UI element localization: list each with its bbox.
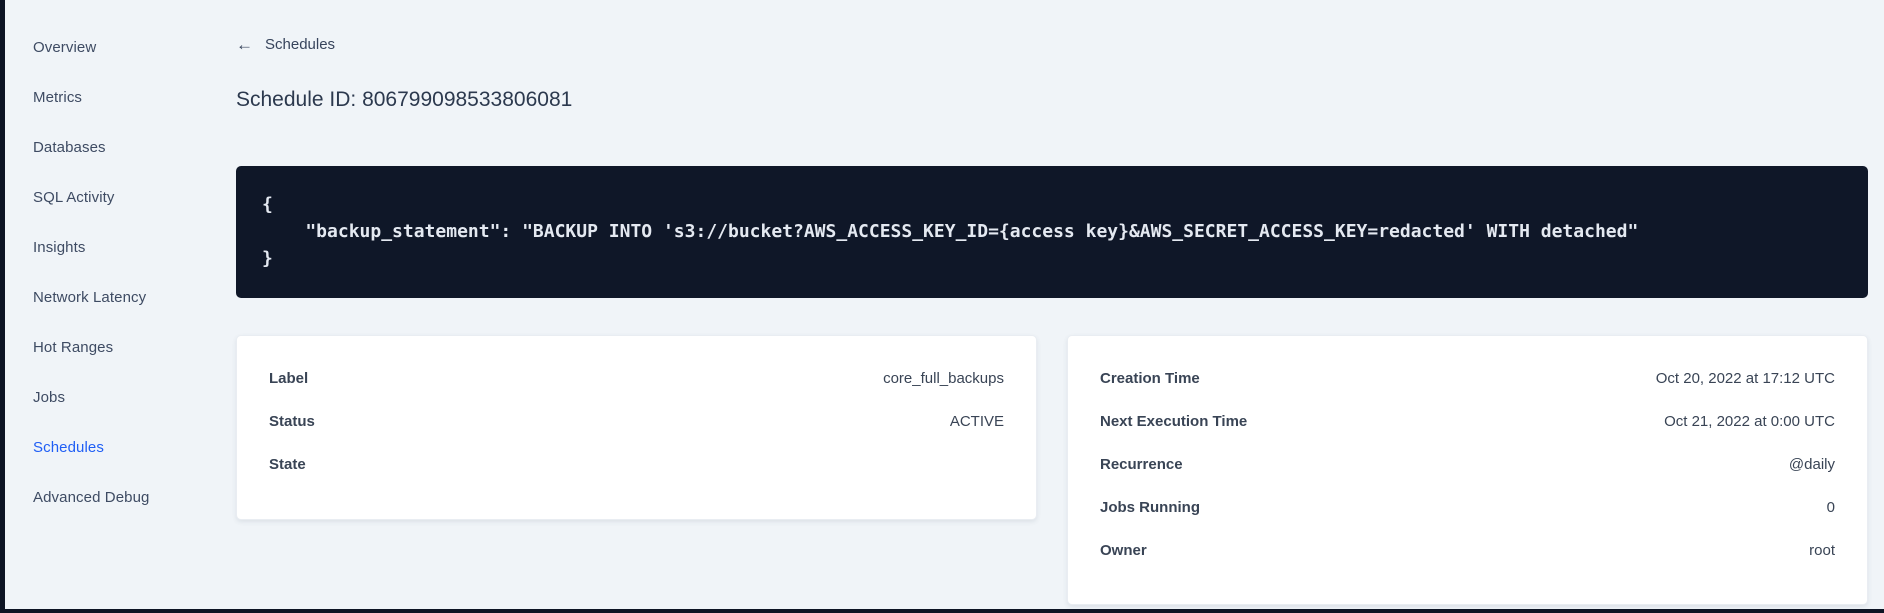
row-label: State bbox=[269, 455, 306, 473]
window-frame-left-edge bbox=[0, 0, 5, 613]
sidebar-item-insights[interactable]: Insights bbox=[5, 222, 215, 272]
row-value: @daily bbox=[1788, 455, 1835, 473]
sidebar-item-network-latency[interactable]: Network Latency bbox=[5, 272, 215, 322]
sidebar-item-metrics[interactable]: Metrics bbox=[5, 72, 215, 122]
row-label: Creation Time bbox=[1100, 369, 1200, 387]
schedule-summary-card: Label core_full_backups Status ACTIVE St… bbox=[236, 334, 1037, 520]
row-label: Status bbox=[269, 412, 315, 430]
row-value: ACTIVE bbox=[949, 412, 1004, 430]
code-line: "backup_statement": "BACKUP INTO 's3://b… bbox=[262, 220, 1639, 242]
schedule-definition-code-block: { "backup_statement": "BACKUP INTO 's3:/… bbox=[236, 165, 1868, 298]
row-value: Oct 21, 2022 at 0:00 UTC bbox=[1664, 412, 1835, 430]
summary-cards-row: Label core_full_backups Status ACTIVE St… bbox=[236, 334, 1868, 605]
row-value: 0 bbox=[1826, 498, 1835, 516]
summary-row-status: Status ACTIVE bbox=[269, 400, 1004, 443]
back-link-schedules[interactable]: ← Schedules bbox=[236, 34, 336, 54]
back-link-label: Schedules bbox=[265, 36, 336, 53]
sidebar-item-jobs[interactable]: Jobs bbox=[5, 372, 215, 422]
details-row-next-execution-time: Next Execution Time Oct 21, 2022 at 0:00… bbox=[1100, 400, 1835, 443]
row-value: Oct 20, 2022 at 17:12 UTC bbox=[1655, 369, 1835, 387]
row-label: Label bbox=[269, 369, 309, 387]
row-label: Next Execution Time bbox=[1100, 412, 1248, 430]
row-label: Jobs Running bbox=[1100, 498, 1200, 516]
summary-row-label: Label core_full_backups bbox=[269, 357, 1004, 400]
row-label: Owner bbox=[1100, 541, 1147, 559]
window-frame-bottom-edge bbox=[0, 609, 1884, 613]
sidebar-item-hot-ranges[interactable]: Hot Ranges bbox=[5, 322, 215, 372]
sidebar-item-databases[interactable]: Databases bbox=[5, 122, 215, 172]
row-label: Recurrence bbox=[1100, 455, 1183, 473]
page-title: Schedule ID: 806799098533806081 bbox=[236, 87, 573, 111]
summary-row-state: State bbox=[269, 443, 1004, 486]
code-line: } bbox=[262, 247, 273, 269]
details-row-recurrence: Recurrence @daily bbox=[1100, 443, 1835, 486]
code-line: { bbox=[262, 193, 273, 215]
details-row-jobs-running: Jobs Running 0 bbox=[1100, 486, 1835, 529]
details-row-owner: Owner root bbox=[1100, 529, 1835, 572]
sidebar-item-overview[interactable]: Overview bbox=[5, 22, 215, 72]
row-value: core_full_backups bbox=[883, 369, 1004, 387]
sidebar-item-schedules[interactable]: Schedules bbox=[5, 422, 215, 472]
back-arrow-icon: ← bbox=[236, 34, 253, 54]
row-value: root bbox=[1809, 541, 1835, 559]
schedule-details-card: Creation Time Oct 20, 2022 at 17:12 UTC … bbox=[1067, 334, 1868, 605]
sidebar-item-advanced-debug[interactable]: Advanced Debug bbox=[5, 472, 215, 522]
sidebar: Overview Metrics Databases SQL Activity … bbox=[5, 22, 215, 522]
details-row-creation-time: Creation Time Oct 20, 2022 at 17:12 UTC bbox=[1100, 357, 1835, 400]
sidebar-item-sql-activity[interactable]: SQL Activity bbox=[5, 172, 215, 222]
main-content: ← Schedules Schedule ID: 806799098533806… bbox=[236, 0, 1868, 605]
